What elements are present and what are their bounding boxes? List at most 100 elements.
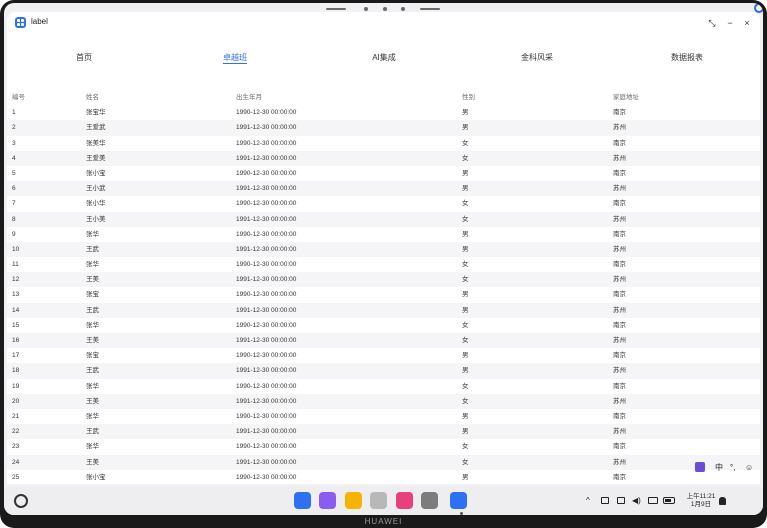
table-row[interactable]: 7 张小华 1990-12-30 00:00:00 女 南京 xyxy=(7,196,760,211)
column-header-address[interactable]: 家庭地址 xyxy=(613,90,639,105)
keyboard-icon[interactable] xyxy=(601,497,609,504)
cell-birth: 1990-12-30 00:00:00 xyxy=(236,412,297,420)
cell-name: 张宝 xyxy=(86,291,99,299)
settings-icon[interactable] xyxy=(421,492,438,509)
column-header-birth[interactable]: 出生年月 xyxy=(236,90,262,105)
minimize-button[interactable]: − xyxy=(723,16,737,30)
table-row[interactable]: 20 王美 1991-12-30 00:00:00 女 苏州 xyxy=(7,393,760,409)
column-header-name[interactable]: 姓名 xyxy=(86,90,99,105)
cell-address: 南京 xyxy=(613,473,626,481)
screenshot-icon[interactable] xyxy=(617,497,625,504)
table-row[interactable]: 6 王小武 1991-12-30 00:00:00 男 苏州 xyxy=(7,181,760,197)
ime-punctuation-toggle[interactable]: °, xyxy=(730,461,735,474)
table-row[interactable]: 14 王武 1991-12-30 00:00:00 男 苏州 xyxy=(7,302,760,318)
cell-birth: 1990-12-30 00:00:00 xyxy=(236,200,297,208)
ime-logo-icon[interactable] xyxy=(695,462,705,472)
cell-gender: 女 xyxy=(462,261,469,269)
table-row[interactable]: 9 张华 1990-12-30 00:00:00 男 南京 xyxy=(7,227,760,242)
cell-id: 14 xyxy=(12,306,20,314)
home-circle-icon[interactable] xyxy=(14,494,28,508)
cell-id: 25 xyxy=(12,473,20,481)
clock-time: 上午11:21 xyxy=(686,493,716,500)
table-row[interactable]: 12 王美 1991-12-30 00:00:00 女 苏州 xyxy=(7,272,760,288)
table-row[interactable]: 18 王武 1991-12-30 00:00:00 男 苏州 xyxy=(7,363,760,379)
table-row[interactable]: 3 张美华 1990-12-30 00:00:00 女 南京 xyxy=(7,136,760,151)
cell-address: 苏州 xyxy=(613,306,626,314)
restore-button[interactable]: ⤡ xyxy=(705,16,719,30)
cell-name: 张小华 xyxy=(86,200,106,208)
cell-address: 苏州 xyxy=(613,458,626,466)
cell-name: 王武 xyxy=(86,428,99,436)
table-row[interactable]: 5 张小宝 1990-12-30 00:00:00 男 南京 xyxy=(7,166,760,181)
volume-icon[interactable]: ◀) xyxy=(632,496,641,506)
table-row[interactable]: 11 张华 1990-12-30 00:00:00 女 南京 xyxy=(7,257,760,272)
cell-id: 12 xyxy=(12,276,20,284)
notification-bell-icon[interactable] xyxy=(719,497,726,505)
cell-birth: 1990-12-30 00:00:00 xyxy=(236,169,297,177)
cell-id: 17 xyxy=(12,352,20,360)
table-row[interactable]: 19 张华 1990-12-30 00:00:00 女 南京 xyxy=(7,379,760,394)
column-header-id[interactable]: 编号 xyxy=(12,90,25,105)
tab-showcase[interactable]: 金科风采 xyxy=(507,52,567,63)
cell-address: 南京 xyxy=(613,321,626,329)
column-header-gender[interactable]: 性别 xyxy=(462,90,475,105)
camera-strip xyxy=(4,7,763,11)
gallery-icon[interactable] xyxy=(396,492,413,509)
table-row[interactable]: 25 张小宝 1990-12-30 00:00:00 男 南京 xyxy=(7,470,760,484)
cell-birth: 1990-12-30 00:00:00 xyxy=(236,261,297,269)
table-row[interactable]: 22 王武 1991-12-30 00:00:00 男 苏州 xyxy=(7,424,760,440)
display-icon[interactable] xyxy=(648,497,658,504)
clock-date: 1月9日 xyxy=(690,501,712,508)
tab-home[interactable]: 首页 xyxy=(54,52,114,63)
title-bar: label ⤡ − × xyxy=(7,12,760,34)
cell-gender: 女 xyxy=(462,215,469,223)
table-row[interactable]: 21 张华 1990-12-30 00:00:00 男 南京 xyxy=(7,409,760,424)
close-button[interactable]: × xyxy=(740,16,754,30)
cell-name: 王美 xyxy=(86,397,99,405)
cell-gender: 男 xyxy=(462,169,469,177)
table-row[interactable]: 2 王爱武 1991-12-30 00:00:00 男 苏州 xyxy=(7,120,760,136)
tab-data-report[interactable]: 数据报表 xyxy=(657,52,717,63)
files-icon[interactable] xyxy=(345,492,362,509)
ime-emoji-icon[interactable]: ☺ xyxy=(745,461,753,474)
ime-toolbar: 中 °, ☺ xyxy=(693,461,757,474)
cell-address: 南京 xyxy=(613,169,626,177)
tab-ai-integration[interactable]: AI集成 xyxy=(354,52,414,63)
cell-id: 15 xyxy=(12,321,20,329)
battery-icon[interactable] xyxy=(663,497,675,504)
table-row[interactable]: 23 张华 1990-12-30 00:00:00 女 南京 xyxy=(7,439,760,454)
cell-id: 13 xyxy=(12,291,20,299)
cell-address: 南京 xyxy=(613,230,626,238)
multi-window-icon[interactable] xyxy=(319,492,336,509)
cell-birth: 1991-12-30 00:00:00 xyxy=(236,245,297,253)
cell-address: 南京 xyxy=(613,352,626,360)
tab-excellence-class[interactable]: 卓越班 xyxy=(205,52,265,64)
app-grid-icon[interactable] xyxy=(294,492,311,509)
table-row[interactable]: 10 王武 1991-12-30 00:00:00 男 苏州 xyxy=(7,241,760,258)
chevron-up-icon[interactable]: ^ xyxy=(586,496,590,506)
trash-icon[interactable] xyxy=(370,492,387,509)
cell-name: 张宝 xyxy=(86,352,99,360)
table-row[interactable]: 15 张华 1990-12-30 00:00:00 女 南京 xyxy=(7,318,760,333)
table-row[interactable]: 24 王美 1991-12-30 00:00:00 女 苏州 xyxy=(7,454,760,470)
clock[interactable]: 上午11:21 1月9日 xyxy=(684,493,718,509)
cell-gender: 女 xyxy=(462,397,469,405)
device-brand: HUAWEI xyxy=(364,517,403,526)
camera-dot xyxy=(383,7,387,11)
table-row[interactable]: 13 张宝 1990-12-30 00:00:00 男 南京 xyxy=(7,287,760,302)
cell-address: 南京 xyxy=(613,291,626,299)
cell-address: 苏州 xyxy=(613,337,626,344)
label-app-icon[interactable] xyxy=(450,492,467,509)
cell-birth: 1990-12-30 00:00:00 xyxy=(236,473,297,481)
cell-birth: 1991-12-30 00:00:00 xyxy=(236,154,297,162)
cell-gender: 女 xyxy=(462,382,469,390)
ime-language-toggle[interactable]: 中 xyxy=(715,461,723,474)
table-row[interactable]: 1 张宝华 1990-12-30 00:00:00 男 南京 xyxy=(7,105,760,120)
table-row[interactable]: 17 张宝 1990-12-30 00:00:00 男 南京 xyxy=(7,348,760,363)
table-row[interactable]: 16 王美 1991-12-30 00:00:00 女 苏州 xyxy=(7,333,760,349)
cell-gender: 男 xyxy=(462,428,469,436)
table-row[interactable]: 8 王小美 1991-12-30 00:00:00 女 苏州 xyxy=(7,211,760,227)
cell-gender: 男 xyxy=(462,230,469,238)
taskbar: ^ ◀) 上午11:21 1月9日 xyxy=(4,487,763,515)
table-row[interactable]: 4 王爱美 1991-12-30 00:00:00 女 苏州 xyxy=(7,150,760,166)
